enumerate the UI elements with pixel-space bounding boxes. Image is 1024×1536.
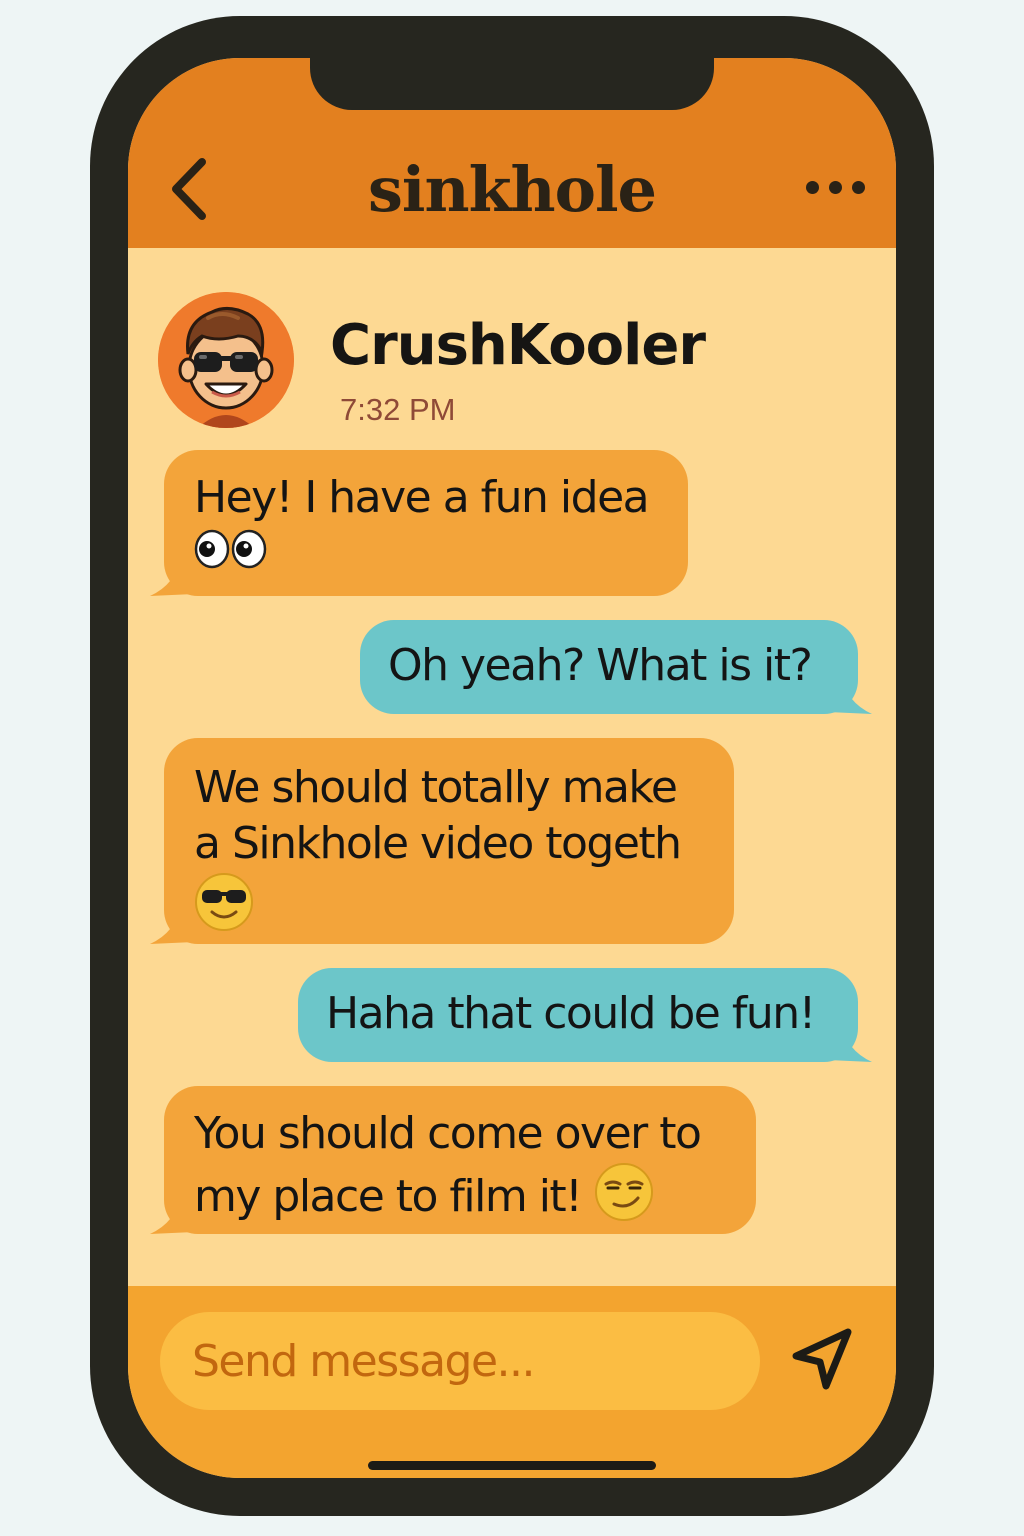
message-bubble-incoming[interactable]: Hey! I have a fun idea bbox=[150, 450, 688, 596]
more-horizontal-icon-dot bbox=[852, 181, 865, 194]
composer-bar bbox=[128, 1286, 896, 1478]
app-title: sinkhole bbox=[368, 153, 657, 226]
message-bubble-outgoing[interactable]: Haha that could be fun! bbox=[298, 968, 872, 1062]
more-options-button[interactable] bbox=[802, 174, 868, 200]
phone-notch bbox=[310, 58, 714, 110]
message-timestamp: 7:32 PM bbox=[340, 392, 456, 427]
message-text: Hey! I have a fun idea bbox=[194, 472, 650, 523]
message-text: Oh yeah? What is it? bbox=[388, 640, 813, 691]
send-button[interactable] bbox=[788, 1324, 858, 1394]
avatar[interactable] bbox=[158, 292, 294, 428]
more-horizontal-icon-dot bbox=[829, 181, 842, 194]
message-text: Haha that could be fun! bbox=[326, 988, 816, 1039]
send-icon bbox=[792, 1328, 852, 1390]
bubble-tail bbox=[150, 558, 194, 596]
message-bubble-incoming[interactable]: We should totally make a Sinkhole video … bbox=[150, 738, 734, 946]
bubble-tail bbox=[828, 676, 872, 714]
phone-frame: sinkhole CrushKooler 7:32 PM Hey! I have… bbox=[90, 16, 934, 1516]
message-text: We should totally make a Sinkhole video … bbox=[194, 762, 682, 869]
contact-header: CrushKooler 7:32 PM bbox=[158, 292, 858, 432]
contact-name: CrushKooler bbox=[330, 313, 706, 378]
message-bubble-outgoing[interactable]: Oh yeah? What is it? bbox=[360, 620, 872, 714]
bubble-tail bbox=[150, 906, 194, 944]
smirking-face-icon bbox=[594, 1162, 654, 1236]
bubble-tail bbox=[150, 1196, 194, 1234]
cartoon-avatar-icon bbox=[158, 292, 294, 428]
more-horizontal-icon bbox=[806, 181, 819, 194]
eyes-emoji-icon bbox=[194, 527, 268, 585]
smiling-face-with-sunglasses-icon bbox=[194, 872, 254, 946]
message-bubble-incoming[interactable]: You should come over to my place to film… bbox=[150, 1086, 756, 1236]
phone-screen: sinkhole CrushKooler 7:32 PM Hey! I have… bbox=[128, 58, 896, 1478]
bubble-tail bbox=[828, 1024, 872, 1062]
home-indicator[interactable] bbox=[368, 1461, 656, 1470]
message-input[interactable] bbox=[160, 1312, 760, 1410]
